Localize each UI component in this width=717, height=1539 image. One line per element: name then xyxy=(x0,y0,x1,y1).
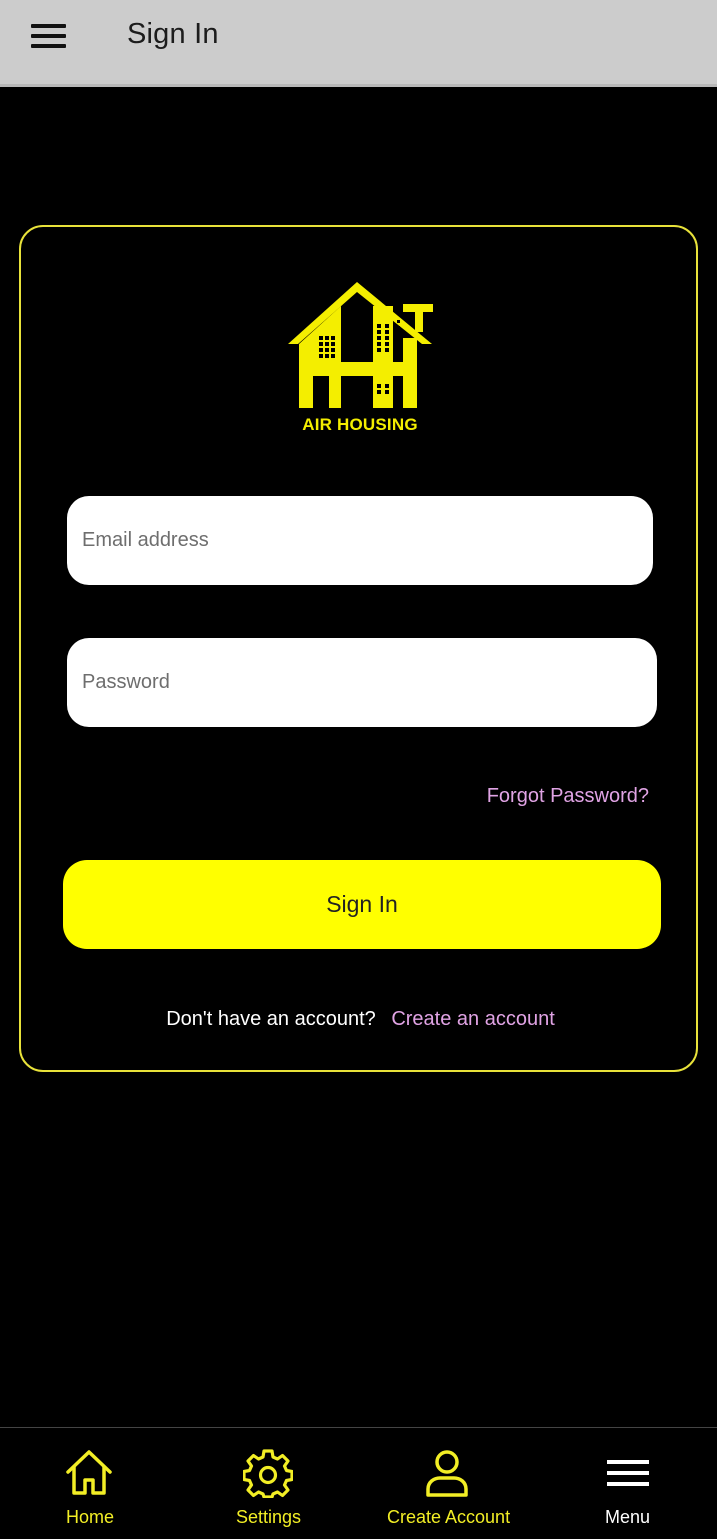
nav-label-settings: Settings xyxy=(236,1507,302,1527)
home-icon xyxy=(66,1450,112,1495)
nav-item-create-account[interactable]: Create Account xyxy=(358,1428,537,1539)
house-logo-icon xyxy=(288,282,433,408)
nav-label-home: Home xyxy=(66,1507,115,1527)
bottom-navigation: Home Settings Create Account Menu xyxy=(0,1427,717,1539)
menu-icon xyxy=(607,1460,649,1486)
hamburger-icon[interactable] xyxy=(31,24,67,48)
top-app-bar: Sign In xyxy=(0,0,717,87)
page-title: Sign In xyxy=(127,18,219,50)
sign-in-card: AIR HOUSING Forgot Password? Sign In Don… xyxy=(19,225,698,1072)
create-account-link[interactable]: Create an account xyxy=(391,1008,554,1030)
nav-item-home[interactable]: Home xyxy=(0,1428,179,1539)
user-icon xyxy=(426,1450,468,1497)
signup-prompt: Don't have an account? Create an account xyxy=(21,1008,700,1031)
sign-in-button[interactable]: Sign In xyxy=(63,860,661,949)
gear-icon xyxy=(243,1449,293,1498)
nav-item-menu[interactable]: Menu xyxy=(537,1428,716,1539)
nav-item-settings[interactable]: Settings xyxy=(179,1428,358,1539)
nav-label-menu: Menu xyxy=(605,1507,651,1527)
brand-name: AIR HOUSING xyxy=(302,415,418,434)
nav-label-create-account: Create Account xyxy=(387,1507,511,1527)
password-field[interactable] xyxy=(67,638,657,727)
air-housing-logo: AIR HOUSING xyxy=(285,280,435,440)
email-field[interactable] xyxy=(67,496,653,585)
signup-question: Don't have an account? xyxy=(166,1008,376,1030)
app-root: Sign In AIR HOUSING Email address Forgot… xyxy=(0,0,717,1539)
forgot-password-link[interactable]: Forgot Password? xyxy=(487,785,649,808)
